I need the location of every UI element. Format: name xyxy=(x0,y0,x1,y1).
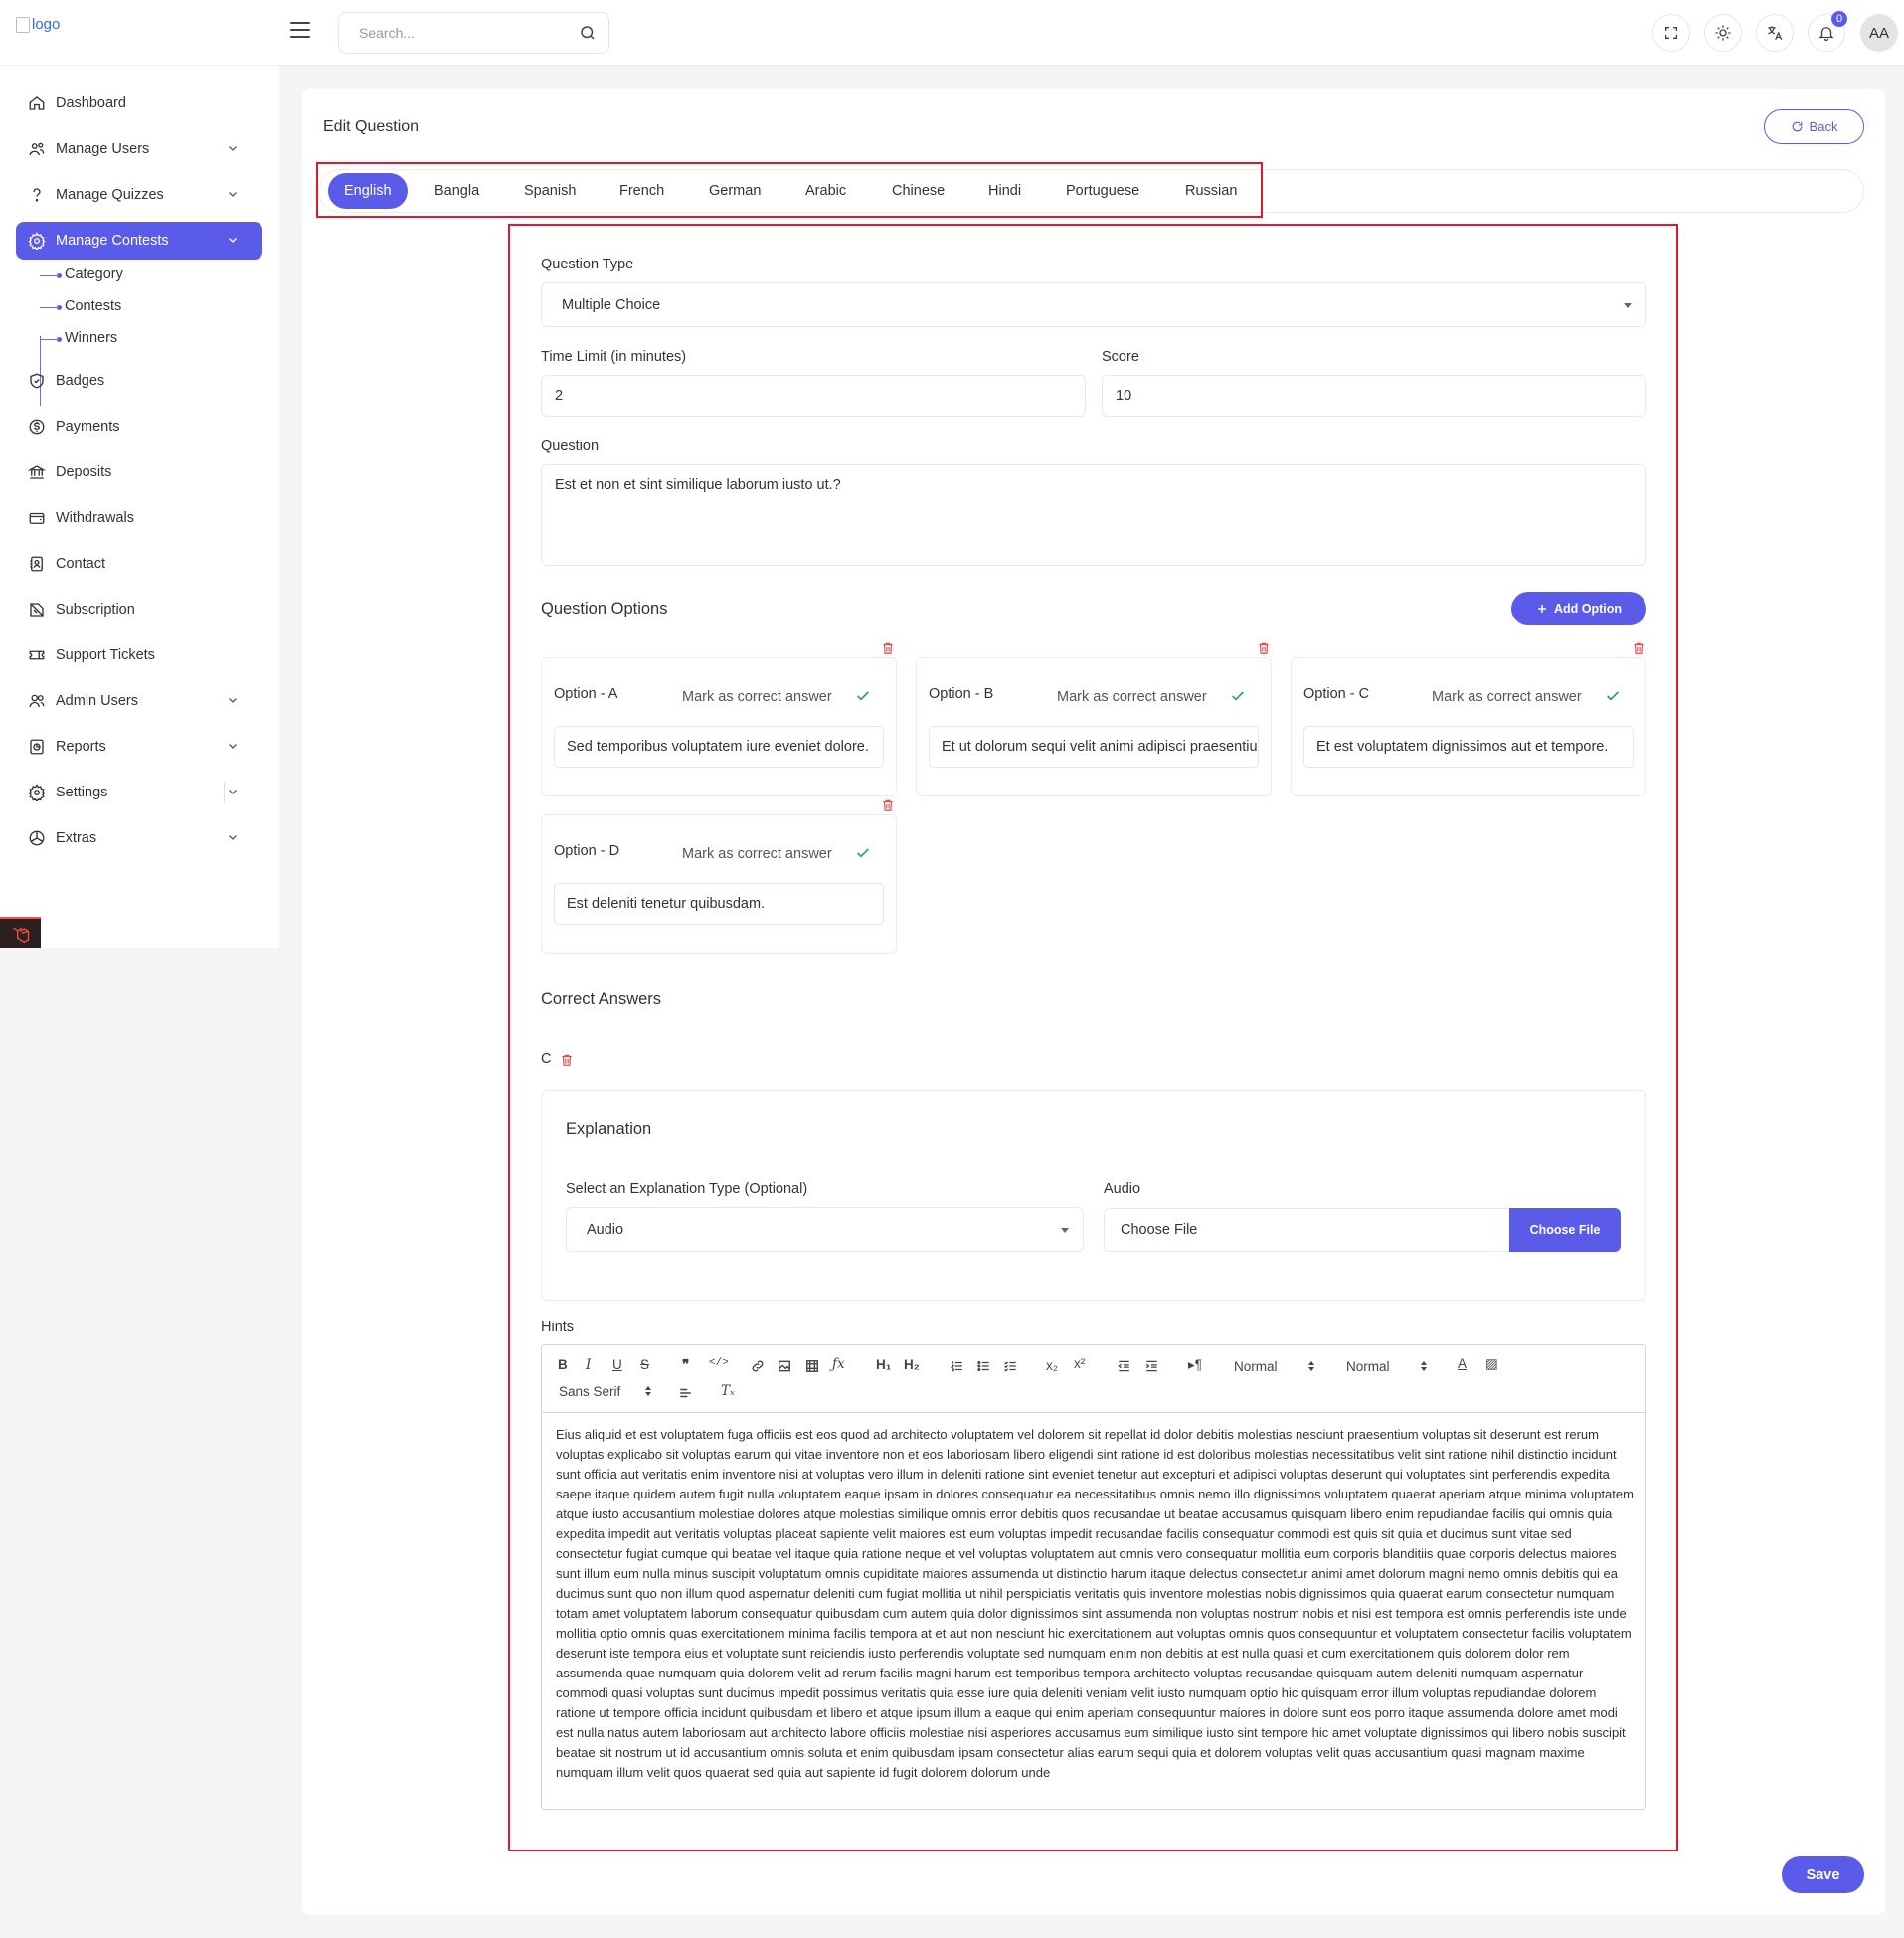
sidebar-item-label: Contact xyxy=(56,556,105,572)
sidebar-item-label: Settings xyxy=(56,785,108,800)
highlight-box-form xyxy=(508,224,1678,1851)
chevron-down-icon xyxy=(229,146,237,151)
sidebar-item-dashboard[interactable]: Dashboard xyxy=(16,85,262,122)
fullscreen-icon[interactable] xyxy=(1652,14,1690,52)
admin-users-icon xyxy=(29,694,45,708)
save-button[interactable]: Save xyxy=(1782,1856,1864,1893)
sidebar-item-label: Reports xyxy=(56,739,106,755)
search-input[interactable] xyxy=(359,25,579,41)
badge-icon xyxy=(30,373,44,389)
dollar-icon xyxy=(29,419,45,435)
extras-icon xyxy=(29,830,45,846)
back-label: Back xyxy=(1809,119,1838,134)
sidebar-item-label: Payments xyxy=(56,419,120,435)
theme-sun-icon[interactable] xyxy=(1704,14,1742,52)
reports-icon xyxy=(30,739,44,755)
sidebar-item-contact[interactable]: Contact xyxy=(16,545,262,583)
sidebar-item-admin-users[interactable]: Admin Users xyxy=(16,682,262,720)
hamburger-menu-icon[interactable] xyxy=(290,22,310,38)
sidebar-item-manage-users[interactable]: Manage Users xyxy=(16,130,262,168)
page-title: Edit Question xyxy=(323,118,420,135)
submenu-bullet xyxy=(40,305,62,310)
sidebar-subitem-winners[interactable]: Winners xyxy=(65,330,117,346)
chevron-down-icon xyxy=(229,192,237,197)
top-header: logo 0 AA xyxy=(0,0,1904,66)
search-box xyxy=(338,12,609,54)
sidebar-item-label: Deposits xyxy=(56,464,112,480)
chevron-down-icon xyxy=(229,744,237,749)
chevron-down-icon xyxy=(229,790,237,794)
ticket-icon xyxy=(29,650,45,660)
subscription-icon xyxy=(30,603,44,617)
sidebar-item-deposits[interactable]: Deposits xyxy=(16,453,262,491)
sidebar-item-label: Subscription xyxy=(56,602,135,617)
wallet-icon xyxy=(29,512,45,524)
gear-icon xyxy=(28,784,46,801)
chevron-down-icon xyxy=(229,835,237,840)
translate-icon[interactable] xyxy=(1756,14,1794,52)
chevron-down-icon xyxy=(229,698,237,703)
users-icon xyxy=(29,142,45,156)
sidebar-item-label: Extras xyxy=(56,830,97,846)
sidebar-item-label: Dashboard xyxy=(56,95,126,111)
sidebar-item-label: Withdrawals xyxy=(56,510,134,526)
refresh-icon xyxy=(1792,121,1802,132)
search-icon[interactable] xyxy=(579,24,597,42)
notification-bell-icon[interactable]: 0 xyxy=(1808,11,1847,52)
sidebar-subitem-category[interactable]: Category xyxy=(65,266,123,282)
sidebar-item-label: Admin Users xyxy=(56,693,138,709)
sidebar-item-extras[interactable]: Extras xyxy=(16,819,262,857)
contact-icon xyxy=(30,556,43,572)
sidebar-item-label: Badges xyxy=(56,373,105,389)
sidebar-item-badges[interactable]: Badges xyxy=(16,362,262,400)
sidebar-item-settings[interactable]: Settings xyxy=(16,774,262,811)
sidebar-item-label: Support Tickets xyxy=(56,647,155,663)
sidebar-item-label: Manage Contests xyxy=(56,233,169,249)
sidebar-item-manage-contests[interactable]: Manage Contests xyxy=(16,222,262,260)
debugbar-laravel-icon[interactable] xyxy=(0,917,41,948)
chevron-down-icon xyxy=(229,238,237,243)
avatar[interactable]: AA xyxy=(1860,14,1898,52)
question-icon xyxy=(33,188,41,202)
logo-alt-text: logo xyxy=(32,16,61,33)
sidebar-divider xyxy=(224,782,225,803)
sidebar-subitem-contests[interactable]: Contests xyxy=(65,298,121,314)
bank-icon xyxy=(28,465,46,479)
highlight-box-tabs xyxy=(316,162,1263,218)
sidebar-item-withdrawals[interactable]: Withdrawals xyxy=(16,499,262,537)
sidebar-item-manage-quizzes[interactable]: Manage Quizzes xyxy=(16,176,262,214)
sidebar-item-reports[interactable]: Reports xyxy=(16,728,262,766)
sidebar: Dashboard Manage Users Manage Quizzes Ma… xyxy=(0,66,279,948)
broken-image-icon xyxy=(16,16,30,33)
sidebar-item-support-tickets[interactable]: Support Tickets xyxy=(16,636,262,674)
sidebar-item-label: Manage Users xyxy=(56,141,150,157)
submenu-bullet xyxy=(40,337,62,342)
sidebar-item-label: Manage Quizzes xyxy=(56,187,164,203)
logo[interactable]: logo xyxy=(16,16,60,33)
back-button[interactable]: Back xyxy=(1764,109,1864,144)
submenu-bullet xyxy=(40,273,62,278)
notification-count-badge: 0 xyxy=(1831,11,1847,27)
contest-gear-icon xyxy=(28,232,46,250)
sidebar-item-payments[interactable]: Payments xyxy=(16,408,262,445)
sidebar-item-subscription[interactable]: Subscription xyxy=(16,591,262,628)
home-icon xyxy=(29,96,45,110)
